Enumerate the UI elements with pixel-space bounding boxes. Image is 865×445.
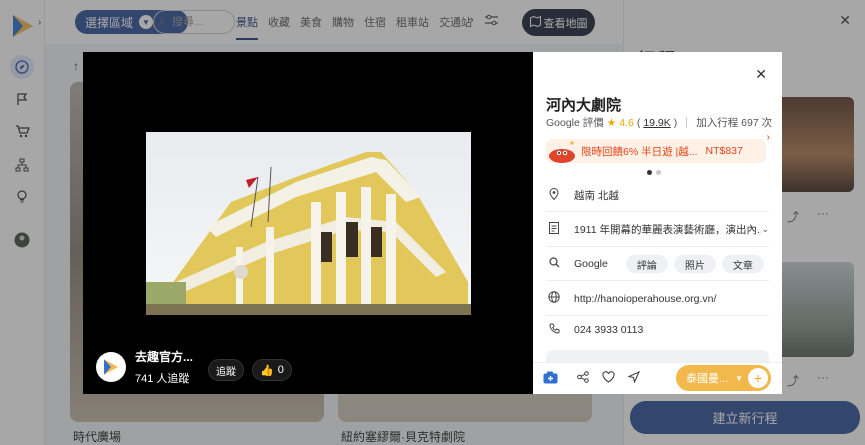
globe-icon — [546, 291, 562, 306]
website-row[interactable]: http://hanoioperahouse.org.vn/ — [546, 282, 769, 316]
phone-number[interactable]: 024 3933 0113 — [574, 324, 643, 336]
rating-source: Google 評價 — [546, 117, 604, 129]
carousel-dots — [647, 170, 661, 175]
articles-tag[interactable]: 文章 — [721, 255, 764, 273]
photos-tag[interactable]: 照片 — [673, 255, 716, 273]
photo-viewer: 去趣官方... 741 人追蹤 追蹤 👍 0 — [83, 52, 533, 394]
document-icon — [546, 222, 562, 237]
heart-icon[interactable] — [602, 371, 615, 386]
share-icon[interactable] — [577, 371, 589, 386]
reviews-tag[interactable]: 評論 — [625, 255, 668, 273]
like-button[interactable]: 👍 0 — [252, 359, 292, 381]
attraction-photo[interactable] — [146, 132, 471, 315]
website-link[interactable]: http://hanoioperahouse.org.vn/ — [574, 293, 716, 305]
trip-select-label: 泰國曼... — [686, 373, 729, 385]
trip-select-dropdown[interactable]: 泰國曼... ▼ + — [676, 365, 771, 391]
chevron-down-icon[interactable]: ⌄ — [761, 224, 769, 235]
star-icon: ★ — [606, 116, 617, 129]
added-to-trips-count: 加入行程 697 次 — [696, 117, 773, 129]
phone-row[interactable]: 024 3933 0113 — [546, 317, 769, 343]
mascot-icon — [546, 139, 576, 163]
search-links-row: Google 評論 照片 文章 — [546, 248, 769, 281]
promo-price: NT$837 — [705, 145, 743, 157]
rating-value: 4.6 — [619, 116, 634, 129]
description-text: 1911 年開幕的華麗表演藝術廳，演出內... — [574, 224, 762, 236]
poster-followers: 741 人追蹤 — [135, 373, 190, 385]
rating-count-link[interactable]: 19.9K — [643, 117, 670, 129]
plus-icon[interactable]: + — [748, 368, 768, 388]
carousel-dot[interactable] — [656, 170, 661, 175]
promo-text: 限時回饋6% 半日遊 |越... — [581, 145, 698, 158]
location-text: 越南 北越 — [574, 190, 619, 202]
location-pin-icon — [546, 188, 562, 203]
thumbs-up-icon: 👍 — [260, 364, 274, 377]
action-bar: 泰國曼... ▼ + — [533, 362, 782, 394]
navigate-icon[interactable] — [627, 370, 641, 386]
phone-icon — [546, 323, 562, 337]
carousel-dot[interactable] — [647, 170, 652, 175]
like-count: 0 — [277, 364, 284, 376]
promo-banner[interactable]: 限時回饋6% 半日遊 |越... NT$837 › — [546, 132, 770, 163]
rating-paren-close: ) — [673, 116, 678, 129]
rating-paren-open: ( — [636, 116, 641, 129]
poster-avatar[interactable] — [96, 352, 126, 382]
divider — [686, 117, 688, 128]
poster-name[interactable]: 去趣官方... — [135, 348, 193, 365]
location-row: 越南 北越 — [546, 180, 769, 212]
description-row[interactable]: 1911 年開幕的華麗表演藝術廳，演出內... ⌄ — [546, 213, 769, 247]
attraction-info-panel: ✕ 河內大劇院 Google 評價 ★ 4.6 ( 19.9K ) 加入行程 6… — [533, 52, 782, 394]
attraction-title: 河內大劇院 — [546, 97, 622, 114]
chevron-right-icon[interactable]: › — [767, 132, 770, 143]
search-icon — [546, 257, 562, 271]
close-icon[interactable]: ✕ — [755, 66, 767, 83]
google-label: Google — [574, 258, 608, 270]
follow-button[interactable]: 追蹤 — [208, 359, 244, 381]
poster-info: 去趣官方... 741 人追蹤 — [96, 348, 193, 386]
rating-row: Google 評價 ★ 4.6 ( 19.9K ) 加入行程 697 次 — [546, 115, 772, 130]
add-photo-icon[interactable] — [543, 371, 558, 387]
chevron-down-icon: ▼ — [735, 373, 744, 383]
